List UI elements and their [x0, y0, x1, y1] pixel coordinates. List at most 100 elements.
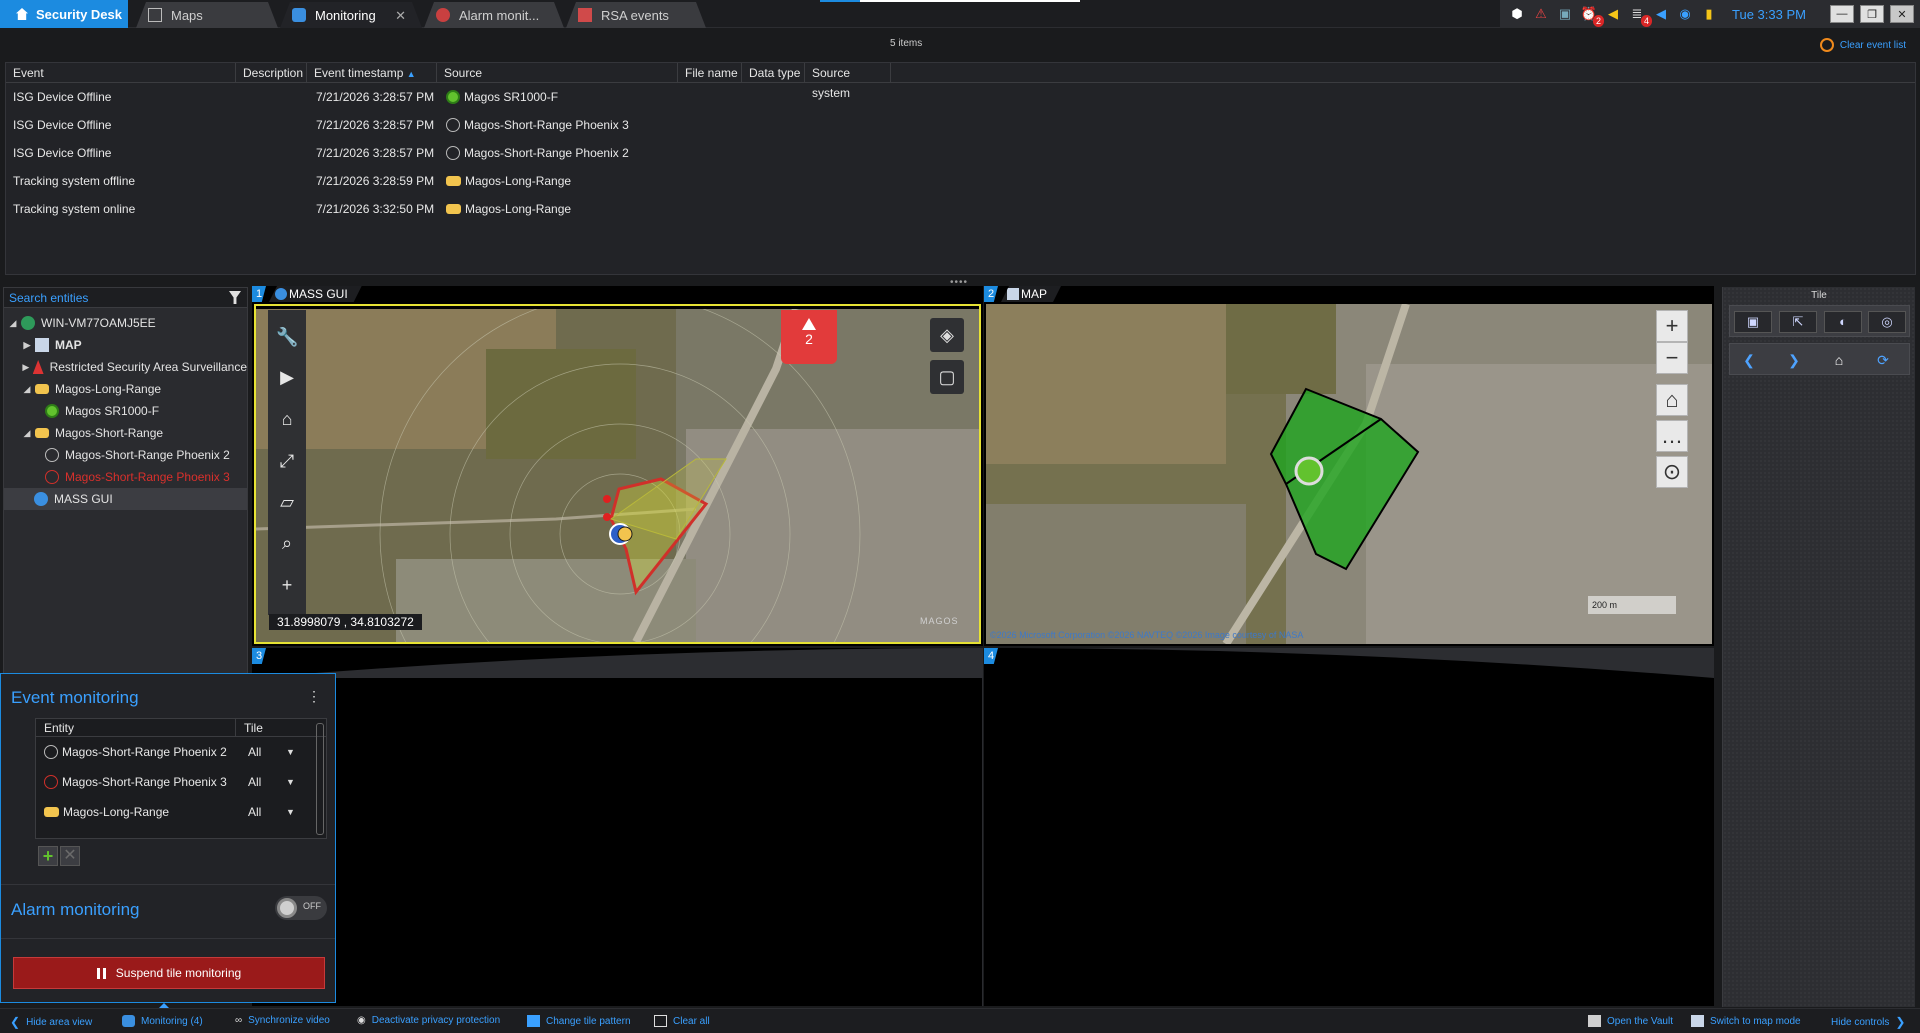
camera-icon[interactable]: ▶ [276, 366, 298, 388]
tile-value[interactable]: All [248, 767, 261, 797]
tree-item-phoenix-3[interactable]: Magos-Short-Range Phoenix 3 [4, 466, 247, 488]
table-row[interactable]: ISG Device Offline 7/21/2026 3:28:57 PM … [6, 139, 1915, 167]
tile-3[interactable]: 3 [252, 648, 983, 1006]
pop-out-icon[interactable]: ⇱ [1779, 311, 1817, 333]
column-header-data-type[interactable]: Data type [742, 63, 805, 83]
tile-value[interactable]: All [248, 797, 261, 827]
filter-icon[interactable] [229, 291, 241, 304]
table-row[interactable]: Tracking system online 7/21/2026 3:32:50… [6, 195, 1915, 223]
tile-4[interactable]: 4 [984, 648, 1714, 1006]
tree-item-restricted-area[interactable]: ▶ Restricted Security Area Surveillance [4, 356, 247, 378]
warning-icon[interactable]: ⚠ [1532, 5, 1550, 23]
table-row[interactable]: ISG Device Offline 7/21/2026 3:28:57 PM … [6, 83, 1915, 111]
satellite-map-1[interactable] [256, 309, 979, 642]
hide-controls-button[interactable]: Hide controls ❯ [1831, 1015, 1905, 1029]
scrollbar[interactable] [316, 723, 324, 835]
expand-arrow-icon[interactable]: ▶ [22, 362, 30, 373]
expand-arrow-icon[interactable]: ▶ [22, 340, 32, 351]
search-entities-input[interactable] [4, 288, 204, 308]
cycle-icon[interactable]: ◎ [1868, 311, 1906, 333]
column-header-event[interactable]: Event [6, 63, 236, 83]
clear-all-button[interactable]: Clear all [654, 1015, 710, 1027]
layers-icon[interactable]: ◈ [930, 318, 964, 352]
tab-rsa-events[interactable]: RSA events [566, 2, 706, 28]
clock[interactable]: Tue 3:33 PM [1732, 7, 1806, 22]
remove-entity-button[interactable]: ✕ [60, 846, 80, 866]
cube-icon[interactable]: ⬢ [1508, 5, 1526, 23]
add-entity-button[interactable]: + [38, 846, 58, 866]
next-icon[interactable]: ❯ [1779, 351, 1809, 369]
server-icon[interactable]: ▣ [1556, 5, 1574, 23]
zoom-in-icon[interactable]: + [276, 574, 298, 596]
column-header-source-system[interactable]: Source system [805, 63, 891, 100]
column-header-file-name[interactable]: File name [678, 63, 742, 83]
chevron-down-icon[interactable]: ▼ [286, 737, 295, 767]
home-icon[interactable]: ⌂ [1824, 351, 1854, 369]
zoom-out-button[interactable]: − [1656, 342, 1688, 374]
globe-icon[interactable]: ◉ [1676, 5, 1694, 23]
satellite-map-2[interactable] [986, 304, 1712, 644]
alarm-notification-icon[interactable]: ⏰ 2 [1580, 5, 1604, 27]
home-icon[interactable]: ⌂ [276, 408, 298, 430]
restore-button[interactable]: ❐ [1860, 5, 1884, 23]
signal-icon[interactable]: ▮ [1700, 5, 1718, 23]
more-options-icon[interactable]: ⋮ [307, 688, 321, 705]
security-desk-home-tab[interactable]: Security Desk [0, 0, 128, 28]
tab-monitoring[interactable]: Monitoring ✕ [280, 2, 422, 28]
map-frame-icon[interactable]: ▢ [930, 360, 964, 394]
deactivate-privacy-button[interactable]: ◉ Deactivate privacy protection [357, 1015, 500, 1026]
table-row[interactable]: Magos-Long-Range All ▼ [36, 797, 308, 827]
column-header-timestamp[interactable]: Event timestamp ▲ [307, 63, 437, 83]
pin-button[interactable]: ⊙ [1656, 456, 1688, 488]
collapse-arrow-icon[interactable]: ◢ [22, 428, 32, 439]
tree-item-phoenix-2[interactable]: Magos-Short-Range Phoenix 2 [4, 444, 247, 466]
hide-area-view-button[interactable]: ❮ Hide area view [10, 1015, 92, 1029]
alarm-count-badge[interactable]: 2 [781, 310, 837, 364]
chevron-down-icon[interactable]: ▼ [286, 797, 295, 827]
suspend-tile-monitoring-button[interactable]: Suspend tile monitoring [13, 957, 325, 989]
tree-item-magos-long-range[interactable]: ◢ Magos-Long-Range [4, 378, 247, 400]
wrench-icon[interactable]: 🔧 [276, 326, 298, 348]
home-button[interactable]: ⌂ [1656, 384, 1688, 416]
close-icon[interactable]: ✕ [395, 8, 406, 24]
table-row[interactable]: Magos-Short-Range Phoenix 2 All ▼ [36, 737, 308, 767]
table-row[interactable]: Magos-Short-Range Phoenix 3 All ▼ [36, 767, 308, 797]
column-header-description[interactable]: Description [236, 63, 307, 83]
mute-icon[interactable]: ◀ [1652, 5, 1670, 23]
close-window-button[interactable]: ✕ [1890, 5, 1914, 23]
change-tile-pattern-button[interactable]: Change tile pattern [527, 1015, 631, 1027]
minimize-button[interactable]: — [1830, 5, 1854, 23]
previous-icon[interactable]: ❮ [1734, 351, 1764, 369]
column-header-entity[interactable]: Entity [36, 719, 236, 737]
tree-item-map[interactable]: ▶ MAP [4, 334, 247, 356]
tree-item-server[interactable]: ◢ WIN-VM77OAMJ5EE [4, 312, 247, 334]
table-row[interactable]: Tracking system offline 7/21/2026 3:28:5… [6, 167, 1915, 195]
tree-item-magos-short-range[interactable]: ◢ Magos-Short-Range [4, 422, 247, 444]
switch-to-map-mode-button[interactable]: Switch to map mode [1691, 1015, 1801, 1027]
collapse-arrow-icon[interactable]: ◢ [8, 318, 18, 329]
open-vault-button[interactable]: Open the Vault [1588, 1015, 1673, 1027]
chevron-down-icon[interactable]: ▼ [286, 767, 295, 797]
table-row[interactable]: ISG Device Offline 7/21/2026 3:28:57 PM … [6, 111, 1915, 139]
more-button[interactable]: … [1656, 420, 1688, 452]
refresh-icon[interactable]: ⟳ [1868, 351, 1898, 369]
database-icon[interactable]: ≣ 4 [1628, 5, 1652, 27]
tab-maps[interactable]: Maps [136, 2, 278, 28]
tab-alarm-monitoring[interactable]: Alarm monit... [424, 2, 564, 28]
tree-item-magos-sr1000[interactable]: Magos SR1000-F [4, 400, 247, 422]
column-header-tile[interactable]: Tile [236, 719, 263, 737]
column-header-source[interactable]: Source [437, 63, 678, 83]
monitoring-button[interactable]: Monitoring (4) [122, 1015, 203, 1027]
collapse-arrow-icon[interactable]: ◢ [22, 384, 32, 395]
snapshot-icon[interactable]: ▣ [1734, 311, 1772, 333]
tile-value[interactable]: All [248, 737, 261, 767]
volume-icon[interactable]: ◀ [1604, 5, 1622, 23]
fit-view-icon[interactable]: ⤢ [276, 450, 298, 472]
tree-item-mass-gui[interactable]: MASS GUI [4, 488, 247, 510]
clear-event-list-button[interactable]: Clear event list [1819, 38, 1906, 52]
camera-view-icon[interactable]: ◐ [1824, 311, 1862, 333]
synchronize-video-button[interactable]: ∞ Synchronize video [235, 1015, 330, 1026]
alarm-monitoring-toggle[interactable]: OFF [275, 896, 327, 920]
search-icon[interactable]: ⌕ [276, 532, 298, 554]
zoom-in-button[interactable]: + [1656, 310, 1688, 342]
